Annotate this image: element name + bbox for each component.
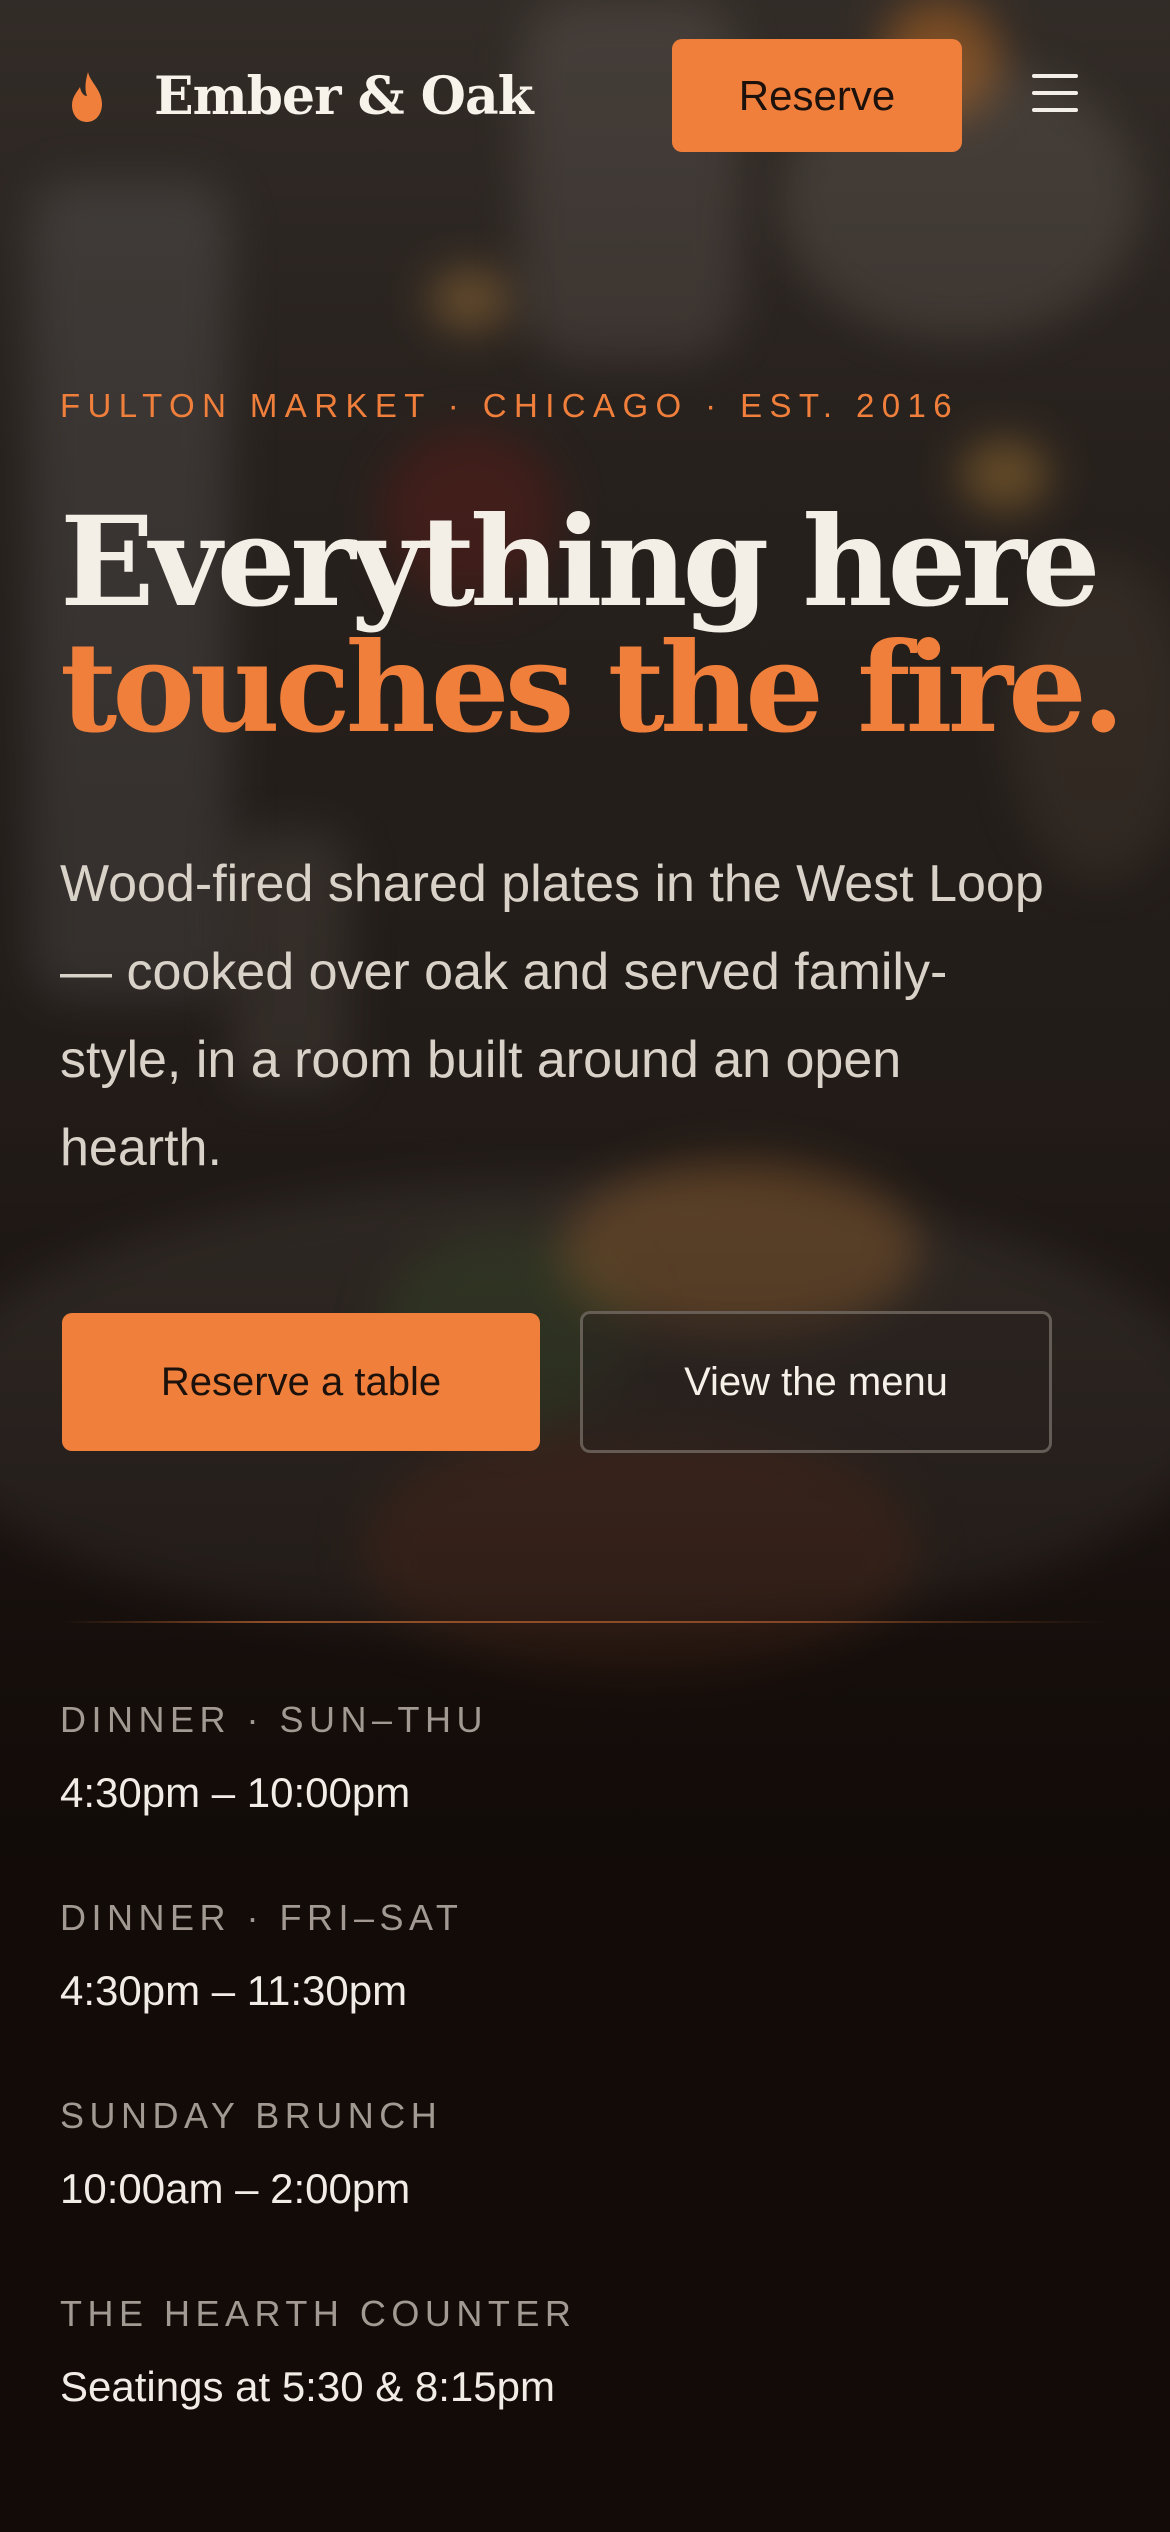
hours-item: DINNER · FRI–SAT 4:30pm – 11:30pm: [60, 1896, 1110, 2094]
brand-logo-link[interactable]: Ember & Oak: [66, 66, 534, 127]
hamburger-menu-icon[interactable]: [1032, 74, 1078, 118]
section-divider: [60, 1621, 1110, 1623]
brand-name: Ember & Oak: [154, 66, 534, 127]
hours-label: SUNDAY BRUNCH: [60, 2095, 443, 2136]
hours-label: DINNER · FRI–SAT: [60, 1897, 464, 1938]
hours-label: DINNER · SUN–THU: [60, 1699, 489, 1740]
flame-icon: [72, 71, 102, 122]
hours-item: DINNER · SUN–THU 4:30pm – 10:00pm: [60, 1698, 1110, 1896]
site-header: Ember & Oak Reserve: [0, 0, 1170, 190]
hours-value: 4:30pm – 10:00pm: [60, 1769, 411, 1816]
hours-item: SUNDAY BRUNCH 10:00am – 2:00pm: [60, 2094, 1110, 2292]
hours-value: Seatings at 5:30 & 8:15pm: [60, 2363, 555, 2410]
view-menu-button[interactable]: View the menu: [580, 1311, 1052, 1453]
hero-headline: Everything here touches the fire.: [60, 500, 1140, 752]
reserve-button[interactable]: Reserve: [672, 39, 962, 152]
hours-value: 4:30pm – 11:30pm: [60, 1967, 408, 2014]
location-eyebrow: FULTON MARKET · CHICAGO · EST. 2016: [60, 387, 959, 424]
hours-value: 10:00am – 2:00pm: [60, 2165, 411, 2212]
reserve-table-button[interactable]: Reserve a table: [62, 1313, 540, 1451]
headline-line-2: touches the fire.: [60, 616, 1125, 761]
hours-item: THE HEARTH COUNTER Seatings at 5:30 & 8:…: [60, 2292, 1110, 2490]
hours-label: THE HEARTH COUNTER: [60, 2293, 577, 2334]
headline-line-1: Everything here: [60, 490, 1101, 635]
hours-list: DINNER · SUN–THU 4:30pm – 10:00pm DINNER…: [60, 1698, 1110, 2490]
hero-description: Wood-fired shared plates in the West Loo…: [60, 855, 1044, 1177]
